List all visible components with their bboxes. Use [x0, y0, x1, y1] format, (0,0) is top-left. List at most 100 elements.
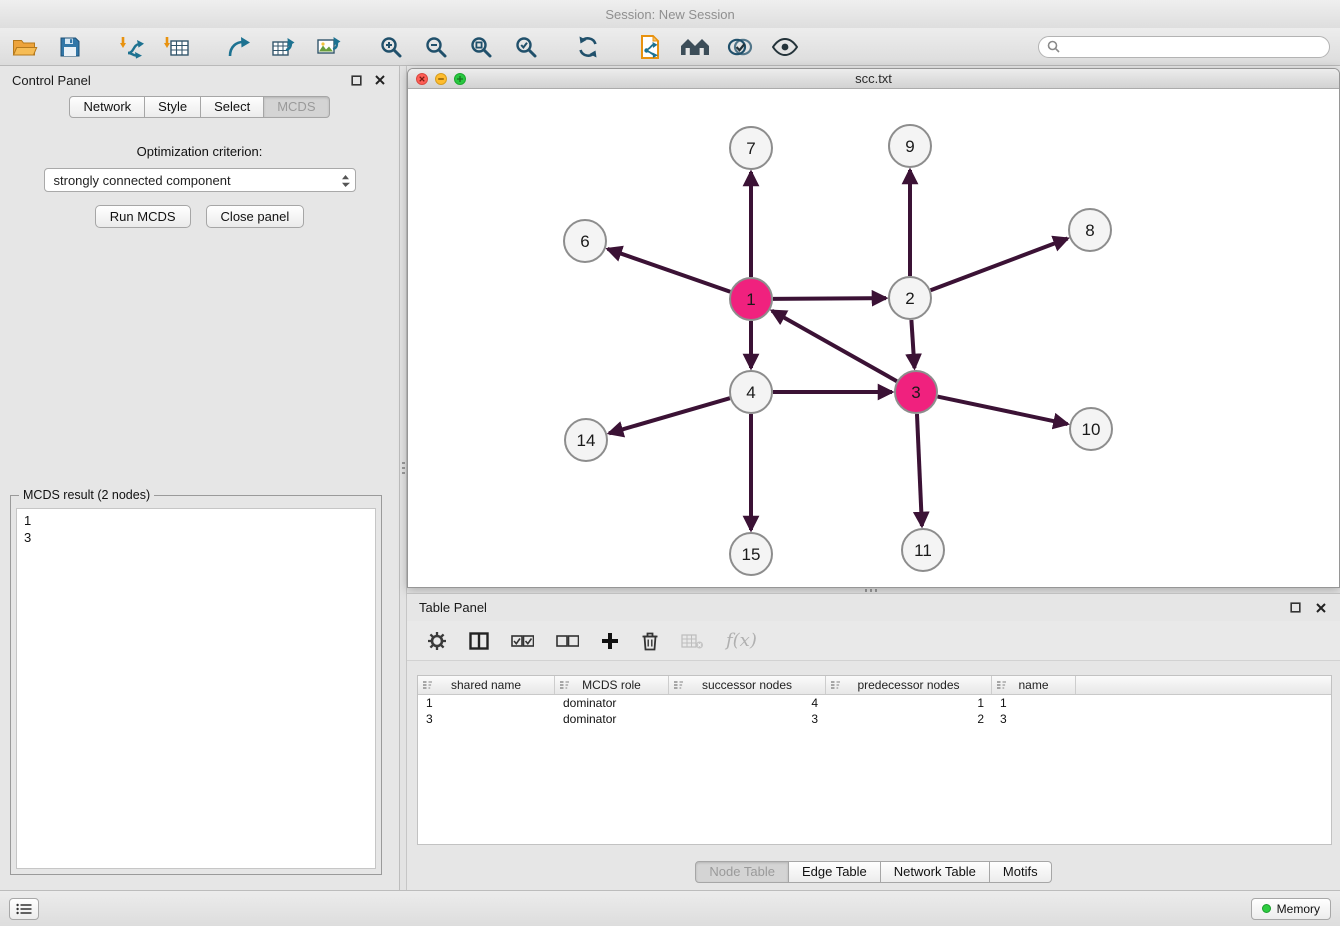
tab-style[interactable]: Style [145, 96, 201, 118]
table-row[interactable]: 1dominator411 [418, 695, 1331, 711]
column-header-MCDS-role[interactable]: MCDS role [555, 676, 669, 694]
graph-edge-3-10[interactable] [938, 397, 1068, 424]
tab-edge-table[interactable]: Edge Table [789, 861, 881, 883]
zoom-fit-icon [469, 35, 493, 59]
graph-node-7[interactable]: 7 [730, 127, 772, 169]
deselect-all-button[interactable] [556, 635, 579, 647]
graph-node-10[interactable]: 10 [1070, 408, 1112, 450]
table-body: 1dominator4113dominator323 [418, 695, 1331, 727]
column-header-successor-nodes[interactable]: successor nodes [669, 676, 826, 694]
mcds-result-box: MCDS result (2 nodes) 13 [10, 495, 382, 875]
close-table-panel-button[interactable] [1314, 601, 1328, 615]
tab-node-table[interactable]: Node Table [695, 861, 789, 883]
save-session-button[interactable] [55, 33, 85, 61]
table-panel-header: Table Panel [407, 594, 1340, 621]
delete-table-button [681, 633, 704, 649]
zoom-selected-icon [514, 35, 538, 59]
close-window-icon[interactable] [416, 73, 428, 85]
column-header-filler [1076, 676, 1331, 694]
graph-node-11[interactable]: 11 [902, 529, 944, 571]
graph-node-label: 3 [911, 383, 920, 402]
tab-motifs[interactable]: Motifs [990, 861, 1052, 883]
graph-node-1[interactable]: 1 [730, 278, 772, 320]
close-panel-action-button[interactable]: Close panel [206, 205, 305, 228]
apply-layout-button[interactable] [573, 33, 603, 61]
open-folder-icon [12, 36, 38, 58]
import-network-button[interactable] [117, 33, 147, 61]
export-table-button[interactable] [269, 33, 299, 61]
float-panel-button[interactable] [349, 73, 363, 87]
control-panel-title: Control Panel [12, 73, 339, 88]
task-history-button[interactable] [9, 898, 39, 920]
function-builder-button: f(x) [726, 630, 757, 651]
graph-edge-2-8[interactable] [931, 238, 1068, 290]
float-table-panel-button[interactable] [1288, 601, 1302, 615]
zoom-selected-button[interactable] [511, 33, 541, 61]
visual-styles-button[interactable] [725, 33, 755, 61]
graph-node-label: 4 [746, 383, 755, 402]
graph-node-4[interactable]: 4 [730, 371, 772, 413]
tab-network[interactable]: Network [69, 96, 145, 118]
network-window-titlebar[interactable]: scc.txt [408, 69, 1339, 89]
graph-node-15[interactable]: 15 [730, 533, 772, 575]
tab-network-table[interactable]: Network Table [881, 861, 990, 883]
graph-node-label: 2 [905, 289, 914, 308]
add-row-button[interactable] [601, 632, 619, 650]
graph-node-6[interactable]: 6 [564, 220, 606, 262]
delete-row-button[interactable] [641, 631, 659, 651]
table-row[interactable]: 3dominator323 [418, 711, 1331, 727]
venn-check-icon [727, 36, 753, 58]
mcds-result-list[interactable]: 13 [16, 508, 376, 869]
mcds-result-item: 1 [24, 512, 368, 529]
graph-node-label: 1 [746, 290, 755, 309]
table-settings-button[interactable] [427, 631, 447, 651]
close-panel-button[interactable] [373, 73, 387, 87]
zoom-fit-button[interactable] [466, 33, 496, 61]
status-bar: Memory [0, 890, 1340, 926]
graph-node-9[interactable]: 9 [889, 125, 931, 167]
column-header-shared-name[interactable]: shared name [418, 676, 555, 694]
graph-edge-1-6[interactable] [608, 249, 731, 292]
zoom-out-button[interactable] [421, 33, 451, 61]
column-header-predecessor-nodes[interactable]: predecessor nodes [826, 676, 992, 694]
memory-button-label: Memory [1277, 902, 1320, 916]
table-cell: 1 [992, 695, 1076, 711]
graph-edge-1-2[interactable] [773, 298, 886, 299]
vertical-splitter[interactable] [400, 66, 407, 890]
graph-edge-2-3[interactable] [911, 320, 914, 368]
criterion-dropdown[interactable]: strongly connected component [44, 168, 356, 192]
export-image-button[interactable] [314, 33, 344, 61]
tab-mcds[interactable]: MCDS [264, 96, 329, 118]
table-cell: 1 [826, 695, 992, 711]
search-box[interactable] [1038, 36, 1330, 58]
select-all-button[interactable] [511, 635, 534, 647]
graph-node-label: 10 [1082, 420, 1101, 439]
minimize-window-icon[interactable] [435, 73, 447, 85]
column-header-name[interactable]: name [992, 676, 1076, 694]
memory-button[interactable]: Memory [1251, 898, 1331, 920]
graph-node-14[interactable]: 14 [565, 419, 607, 461]
export-network-icon [227, 35, 251, 59]
search-input[interactable] [1065, 40, 1321, 54]
export-network-button[interactable] [224, 33, 254, 61]
graph-edge-3-1[interactable] [772, 311, 897, 381]
first-neighbors-button[interactable] [680, 33, 710, 61]
tab-select[interactable]: Select [201, 96, 264, 118]
network-canvas[interactable]: 7 9 6 8 1 2 4 3 14 10 15 11 [408, 89, 1339, 587]
graph-node-3[interactable]: 3 [895, 371, 937, 413]
graph-edge-4-14[interactable] [609, 398, 730, 433]
zoom-in-button[interactable] [376, 33, 406, 61]
open-session-button[interactable] [10, 33, 40, 61]
graph-node-2[interactable]: 2 [889, 277, 931, 319]
control-panel-header: Control Panel [0, 66, 399, 94]
graph-node-8[interactable]: 8 [1069, 209, 1111, 251]
run-mcds-button[interactable]: Run MCDS [95, 205, 191, 228]
show-graphics-details-button[interactable] [770, 33, 800, 61]
houses-icon [680, 36, 710, 58]
table-cell: 4 [669, 695, 826, 711]
maximize-window-icon[interactable] [454, 73, 466, 85]
column-layout-button[interactable] [469, 632, 489, 650]
graph-edge-3-11[interactable] [917, 414, 922, 526]
network-from-selection-button[interactable] [635, 33, 665, 61]
import-table-button[interactable] [162, 33, 192, 61]
